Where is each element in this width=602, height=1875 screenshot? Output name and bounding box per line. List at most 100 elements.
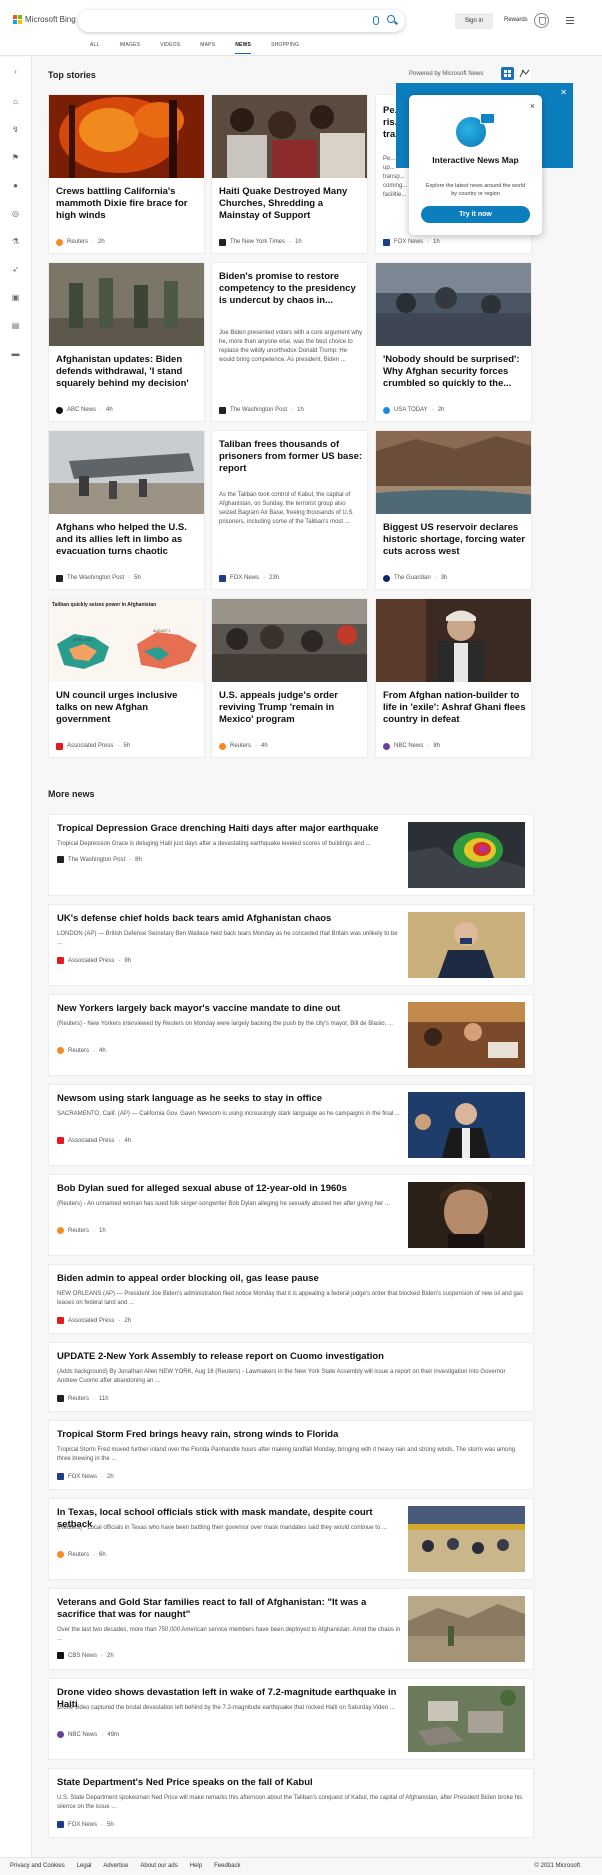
fox-news-logo-icon: [383, 238, 390, 246]
rocket-icon[interactable]: ➶: [11, 265, 20, 274]
news-title[interactable]: UPDATE 2-New York Assembly to release re…: [57, 1351, 402, 1363]
home-icon[interactable]: ⌂: [11, 97, 20, 106]
footer-link-legal[interactable]: Legal: [77, 1863, 92, 1869]
story-title[interactable]: Taliban frees thousands of prisoners fro…: [219, 439, 364, 475]
news-source: The Washington Post · 8h: [57, 856, 142, 863]
footer-link-feedback[interactable]: Feedback: [214, 1863, 240, 1869]
science-icon[interactable]: ⚗: [11, 237, 20, 246]
story-card[interactable]: Taliban quickly seizes power in Afghanis…: [48, 598, 205, 758]
news-snippet: U.S. State Department spokesman Ned Pric…: [57, 1795, 523, 1810]
bing-logo[interactable]: Microsoft Bing: [13, 15, 76, 24]
story-card[interactable]: U.S. appeals judge's order reviving Trum…: [211, 598, 368, 758]
news-title[interactable]: State Department's Ned Price speaks on t…: [57, 1777, 402, 1789]
news-title[interactable]: Veterans and Gold Star families react to…: [57, 1597, 402, 1621]
source-name: FOX News: [230, 575, 260, 581]
story-title[interactable]: Biden's promise to restore competency to…: [219, 271, 364, 307]
abc-news-logo-icon: [56, 406, 63, 414]
fox-news-logo-icon: [219, 574, 226, 582]
news-title[interactable]: Newsom using stark language as he seeks …: [57, 1093, 402, 1105]
story-card[interactable]: Biden's promise to restore competency to…: [211, 262, 368, 422]
signin-button[interactable]: Sign in: [455, 13, 493, 29]
story-card[interactable]: Haiti Quake Destroyed Many Churches, Shr…: [211, 94, 368, 254]
footer-link-about-ads[interactable]: About our ads: [140, 1863, 177, 1869]
story-title[interactable]: Afghans who helped the U.S. and its alli…: [56, 522, 201, 558]
search-input[interactable]: [78, 10, 405, 32]
news-title[interactable]: Tropical Storm Fred brings heavy rain, s…: [57, 1429, 402, 1441]
story-card[interactable]: Biggest US reservoir declares historic s…: [375, 430, 532, 590]
story-card[interactable]: Taliban frees thousands of prisoners fro…: [211, 430, 368, 590]
news-item[interactable]: Tropical Storm Fred brings heavy rain, s…: [48, 1420, 534, 1490]
story-title[interactable]: Crews battling California's mammoth Dixi…: [56, 186, 201, 222]
map-icon: [480, 113, 495, 124]
news-item[interactable]: Bob Dylan sued for alleged sexual abuse …: [48, 1174, 534, 1256]
grid-view-button[interactable]: [501, 67, 514, 80]
news-title[interactable]: Biden admin to appeal order blocking oil…: [57, 1273, 402, 1285]
close-icon[interactable]: ✕: [560, 88, 567, 97]
news-item[interactable]: Drone video shows devastation left in wa…: [48, 1678, 534, 1760]
try-it-now-button[interactable]: Try it now: [421, 206, 530, 223]
news-item[interactable]: Newsom using stark language as he seeks …: [48, 1084, 534, 1166]
news-item[interactable]: Veterans and Gold Star families react to…: [48, 1588, 534, 1670]
story-source: The New York Times · 1h: [219, 238, 302, 246]
microphone-icon[interactable]: [373, 16, 379, 25]
news-title[interactable]: Tropical Depression Grace drenching Hait…: [57, 823, 402, 835]
news-item[interactable]: Biden admin to appeal order blocking oil…: [48, 1264, 534, 1334]
tab-videos[interactable]: VIDEOS: [160, 42, 180, 52]
story-card[interactable]: Afghans who helped the U.S. and its alli…: [48, 430, 205, 590]
entertainment-icon[interactable]: ▣: [11, 293, 20, 302]
story-title[interactable]: From Afghan nation-builder to life in 'e…: [383, 690, 528, 726]
search-icon[interactable]: [387, 15, 395, 23]
border-crowd-photo: [212, 599, 367, 682]
popover-close-icon[interactable]: ×: [530, 101, 535, 111]
story-title[interactable]: U.S. appeals judge's order reviving Trum…: [219, 690, 364, 726]
source-name: The New York Times: [230, 239, 286, 245]
source-name: The Washington Post: [230, 407, 288, 413]
expand-chevron-icon[interactable]: ›: [11, 67, 20, 76]
news-item[interactable]: UPDATE 2-New York Assembly to release re…: [48, 1342, 534, 1412]
news-title[interactable]: UK's defense chief holds back tears amid…: [57, 913, 402, 925]
story-source: Associated Press · 5h: [56, 742, 130, 750]
footer-link-advertise[interactable]: Advertise: [103, 1863, 128, 1869]
news-snippet: (Reuters) - New Yorkers interviewed by R…: [57, 1021, 393, 1027]
story-source: NBC News · 8h: [383, 742, 440, 750]
footer-link-privacy[interactable]: Privacy and Cookies: [10, 1863, 65, 1869]
rewards-label[interactable]: Rewards: [504, 17, 528, 23]
rewards-trophy-icon[interactable]: [534, 13, 549, 28]
story-card[interactable]: From Afghan nation-builder to life in 'e…: [375, 598, 532, 758]
footer-link-help[interactable]: Help: [190, 1863, 202, 1869]
map-date-right: AUGUST 1: [153, 629, 171, 633]
news-title[interactable]: New Yorkers largely back mayor's vaccine…: [57, 1003, 402, 1015]
story-card[interactable]: 'Nobody should be surprised': Why Afghan…: [375, 262, 532, 422]
business-icon[interactable]: ▤: [11, 321, 20, 330]
money-icon[interactable]: ▬: [11, 349, 20, 358]
story-card[interactable]: Afghanistan updates: Biden defends withd…: [48, 262, 205, 422]
tab-maps[interactable]: MAPS: [200, 42, 215, 52]
news-source: FOX News · 5h: [57, 1821, 114, 1828]
tab-shopping[interactable]: SHOPPING: [271, 42, 299, 52]
story-title[interactable]: 'Nobody should be surprised': Why Afghan…: [383, 354, 528, 390]
trending-icon[interactable]: ↯: [11, 125, 20, 134]
defense-chief-photo: [408, 912, 525, 978]
map-view-button[interactable]: [518, 67, 531, 80]
story-age: 5h: [134, 575, 141, 581]
flag-icon[interactable]: ⚑: [11, 153, 20, 162]
story-title[interactable]: Biggest US reservoir declares historic s…: [383, 522, 528, 558]
story-card[interactable]: Crews battling California's mammoth Dixi…: [48, 94, 205, 254]
tab-all[interactable]: ALL: [90, 42, 100, 52]
story-title[interactable]: Afghanistan updates: Biden defends withd…: [56, 354, 201, 390]
globe-icon[interactable]: ◎: [11, 209, 20, 218]
news-item[interactable]: Tropical Depression Grace drenching Hait…: [48, 814, 534, 896]
story-title[interactable]: UN council urges inclusive talks on new …: [56, 690, 201, 726]
tab-news[interactable]: NEWS: [235, 42, 251, 54]
news-item[interactable]: New Yorkers largely back mayor's vaccine…: [48, 994, 534, 1076]
location-pin-icon[interactable]: ●: [11, 181, 20, 190]
story-title[interactable]: Haiti Quake Destroyed Many Churches, Shr…: [219, 186, 364, 222]
news-item[interactable]: UK's defense chief holds back tears amid…: [48, 904, 534, 986]
news-title[interactable]: Bob Dylan sued for alleged sexual abuse …: [57, 1183, 402, 1195]
news-snippet: Over the last two decades, more than 750…: [57, 1627, 401, 1642]
menu-icon[interactable]: [566, 17, 574, 26]
reuters-logo-icon: [57, 1395, 64, 1402]
tab-images[interactable]: IMAGES: [120, 42, 141, 52]
news-item[interactable]: State Department's Ned Price speaks on t…: [48, 1768, 534, 1838]
news-item[interactable]: In Texas, local school officials stick w…: [48, 1498, 534, 1580]
